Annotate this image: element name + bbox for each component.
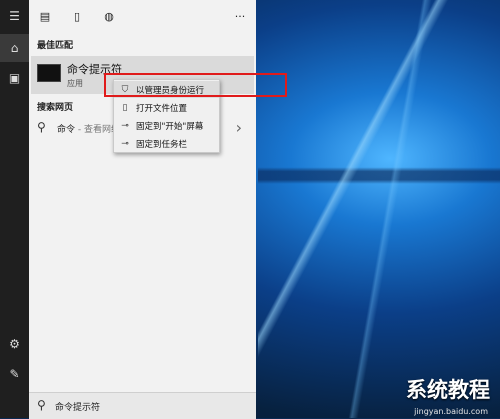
ctx-pin-to-start[interactable]: ⊸ 固定到"开始"屏幕 [114, 117, 219, 134]
watermark-text: 系统教程 [406, 378, 490, 402]
home-icon[interactable]: ⌂ [0, 34, 29, 62]
pin-icon: ⊸ [121, 138, 129, 149]
web-filter-icon[interactable]: ◍ [93, 0, 125, 32]
search-filter-bar: ▤ ▯ ◍ ··· [29, 0, 256, 32]
search-panel: ▤ ▯ ◍ ··· 最佳匹配 命令提示符 应用 搜索网页 ⚲ 命令 - 查看网络… [29, 0, 256, 419]
chevron-right-icon[interactable]: › [236, 118, 242, 137]
more-options-icon[interactable]: ··· [224, 0, 256, 32]
web-query: 命令 [57, 125, 76, 135]
ctx-item-label: 固定到任务栏 [136, 139, 188, 150]
start-left-rail: ☰ ⌂ ▣ ⚙ ✎ [0, 0, 29, 418]
more-options-label: ··· [234, 9, 246, 23]
search-box[interactable]: ⚲ 命令提示符 [29, 392, 256, 419]
menu-icon[interactable]: ☰ [0, 2, 29, 30]
file-location-icon: ▯ [122, 102, 128, 113]
ctx-item-label: 打开文件位置 [136, 103, 188, 114]
search-icon: ⚲ [37, 120, 46, 134]
watermark-subtext: jingyan.baidu.com [414, 407, 488, 416]
documents-filter-icon[interactable]: ▯ [61, 0, 93, 32]
search-input[interactable]: 命令提示符 [55, 400, 100, 413]
ctx-item-label: 固定到"开始"屏幕 [136, 121, 204, 132]
feedback-icon[interactable]: ✎ [0, 360, 29, 388]
documents-icon[interactable]: ▣ [0, 64, 29, 92]
command-prompt-icon [37, 64, 61, 82]
annotation-highlight-box [104, 73, 287, 97]
web-search-text: 命令 - 查看网络 [57, 122, 120, 135]
search-icon: ⚲ [37, 398, 46, 412]
pin-icon: ⊸ [121, 120, 129, 131]
settings-icon[interactable]: ⚙ [0, 330, 29, 358]
best-match-subtitle: 应用 [67, 79, 83, 88]
ctx-pin-to-taskbar[interactable]: ⊸ 固定到任务栏 [114, 135, 219, 152]
best-match-label: 最佳匹配 [37, 41, 74, 51]
ctx-open-file-location[interactable]: ▯ 打开文件位置 [114, 99, 219, 116]
web-section-label: 搜索网页 [37, 103, 74, 113]
apps-filter-icon[interactable]: ▤ [29, 0, 61, 32]
